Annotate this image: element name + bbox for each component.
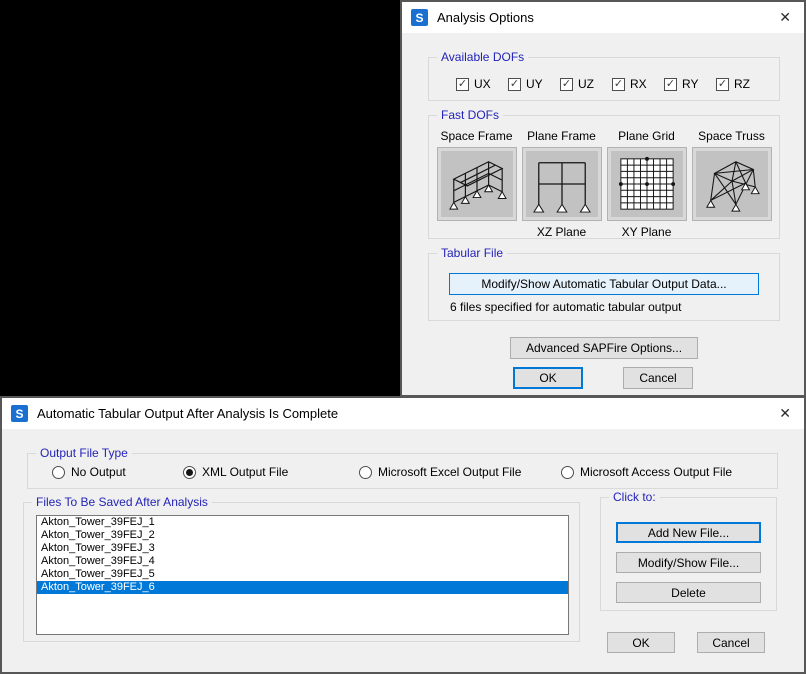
radio-no-output-label: No Output bbox=[71, 465, 126, 479]
radio-excel-output-label: Microsoft Excel Output File bbox=[378, 465, 521, 479]
file-list-item[interactable]: Akton_Tower_39FEJ_4 bbox=[37, 555, 568, 568]
check-icon: ✓ bbox=[612, 78, 625, 91]
radio-access-output[interactable]: Microsoft Access Output File bbox=[561, 465, 732, 479]
analysis-cancel-button[interactable]: Cancel bbox=[623, 367, 693, 389]
modify-show-tabular-output-button[interactable]: Modify/Show Automatic Tabular Output Dat… bbox=[449, 273, 759, 295]
tabular-ok-button[interactable]: OK bbox=[607, 632, 675, 653]
analysis-ok-button[interactable]: OK bbox=[513, 367, 583, 389]
checkbox-ux[interactable]: ✓ UX bbox=[456, 77, 491, 91]
checkbox-ry-label: RY bbox=[682, 77, 698, 91]
fast-dofs-group: Fast DOFs Space Frame bbox=[428, 115, 780, 239]
plane-grid-button[interactable] bbox=[607, 147, 687, 221]
analysis-dialog-title: Analysis Options bbox=[437, 10, 534, 25]
space-truss-icon bbox=[699, 154, 765, 214]
output-file-type-group: Output File Type No Output XML Output Fi… bbox=[27, 453, 778, 489]
file-list-item[interactable]: Akton_Tower_39FEJ_3 bbox=[37, 542, 568, 555]
modify-show-file-button[interactable]: Modify/Show File... bbox=[616, 552, 761, 573]
delete-file-button[interactable]: Delete bbox=[616, 582, 761, 603]
plane-grid-icon bbox=[614, 154, 680, 214]
click-to-group: Click to: Add New File... Modify/Show Fi… bbox=[600, 497, 777, 611]
tabular-file-label: Tabular File bbox=[437, 246, 507, 260]
checkbox-rz-label: RZ bbox=[734, 77, 750, 91]
checkbox-rx-label: RX bbox=[630, 77, 647, 91]
checkbox-ry[interactable]: ✓ RY bbox=[664, 77, 698, 91]
tabular-dialog-title: Automatic Tabular Output After Analysis … bbox=[37, 406, 338, 421]
radio-xml-output-label: XML Output File bbox=[202, 465, 288, 479]
radio-icon bbox=[359, 466, 372, 479]
screen: { "icons": { "app_letter": "S", "close_g… bbox=[0, 0, 806, 674]
file-list-item[interactable]: Akton_Tower_39FEJ_1 bbox=[37, 516, 568, 529]
available-dofs-group: Available DOFs ✓ UX ✓ UY ✓ UZ ✓ RX ✓ RY bbox=[428, 57, 780, 101]
check-icon: ✓ bbox=[456, 78, 469, 91]
tabular-file-status: 6 files specified for automatic tabular … bbox=[450, 300, 681, 314]
files-to-be-saved-label: Files To Be Saved After Analysis bbox=[32, 495, 212, 509]
check-icon: ✓ bbox=[664, 78, 677, 91]
sap2000-app-icon: S bbox=[411, 9, 428, 26]
plane-grid-label: Plane Grid bbox=[618, 129, 675, 147]
radio-xml-output[interactable]: XML Output File bbox=[183, 465, 288, 479]
checkbox-rx[interactable]: ✓ RX bbox=[612, 77, 647, 91]
checkbox-uy-label: UY bbox=[526, 77, 543, 91]
tabular-file-group: Tabular File Modify/Show Automatic Tabul… bbox=[428, 253, 780, 321]
space-truss-label: Space Truss bbox=[698, 129, 765, 147]
radio-icon bbox=[561, 466, 574, 479]
output-file-type-label: Output File Type bbox=[36, 446, 132, 460]
analysis-options-dialog: S Analysis Options ✕ Available DOFs ✓ UX… bbox=[400, 0, 806, 397]
space-frame-button[interactable] bbox=[437, 147, 517, 221]
file-list-item[interactable]: Akton_Tower_39FEJ_5 bbox=[37, 568, 568, 581]
advanced-sapfire-options-button[interactable]: Advanced SAPFire Options... bbox=[510, 337, 698, 359]
plane-frame-label: Plane Frame bbox=[527, 129, 596, 147]
space-truss-button[interactable] bbox=[692, 147, 772, 221]
check-icon: ✓ bbox=[508, 78, 521, 91]
plane-frame-icon bbox=[529, 154, 595, 214]
space-frame-icon bbox=[443, 154, 511, 214]
check-icon: ✓ bbox=[560, 78, 573, 91]
sap2000-app-icon: S bbox=[11, 405, 28, 422]
radio-selected-icon bbox=[183, 466, 196, 479]
checkbox-rz[interactable]: ✓ RZ bbox=[716, 77, 750, 91]
file-list-item-selected[interactable]: Akton_Tower_39FEJ_6 bbox=[37, 581, 568, 594]
fast-dofs-label: Fast DOFs bbox=[437, 108, 503, 122]
file-list-item[interactable]: Akton_Tower_39FEJ_2 bbox=[37, 529, 568, 542]
radio-access-output-label: Microsoft Access Output File bbox=[580, 465, 732, 479]
tabular-title-bar[interactable]: S Automatic Tabular Output After Analysi… bbox=[2, 398, 804, 429]
files-to-be-saved-group: Files To Be Saved After Analysis Akton_T… bbox=[23, 502, 580, 642]
available-dofs-label: Available DOFs bbox=[437, 50, 528, 64]
click-to-label: Click to: bbox=[609, 490, 660, 504]
check-icon: ✓ bbox=[716, 78, 729, 91]
space-frame-label: Space Frame bbox=[440, 129, 512, 147]
tabular-cancel-button[interactable]: Cancel bbox=[697, 632, 765, 653]
plane-grid-sublabel: XY Plane bbox=[622, 225, 672, 241]
checkbox-uz[interactable]: ✓ UZ bbox=[560, 77, 594, 91]
checkbox-ux-label: UX bbox=[474, 77, 491, 91]
plane-frame-button[interactable] bbox=[522, 147, 602, 221]
black-background-area bbox=[0, 0, 400, 396]
radio-no-output[interactable]: No Output bbox=[52, 465, 126, 479]
add-new-file-button[interactable]: Add New File... bbox=[616, 522, 761, 543]
analysis-title-bar[interactable]: S Analysis Options ✕ bbox=[402, 2, 804, 33]
checkbox-uz-label: UZ bbox=[578, 77, 594, 91]
close-icon[interactable]: ✕ bbox=[779, 8, 791, 26]
close-icon[interactable]: ✕ bbox=[779, 404, 791, 422]
checkbox-uy[interactable]: ✓ UY bbox=[508, 77, 543, 91]
radio-icon bbox=[52, 466, 65, 479]
plane-frame-sublabel: XZ Plane bbox=[537, 225, 586, 241]
automatic-tabular-output-dialog: S Automatic Tabular Output After Analysi… bbox=[0, 396, 806, 674]
radio-excel-output[interactable]: Microsoft Excel Output File bbox=[359, 465, 521, 479]
files-listbox[interactable]: Akton_Tower_39FEJ_1 Akton_Tower_39FEJ_2 … bbox=[36, 515, 569, 635]
